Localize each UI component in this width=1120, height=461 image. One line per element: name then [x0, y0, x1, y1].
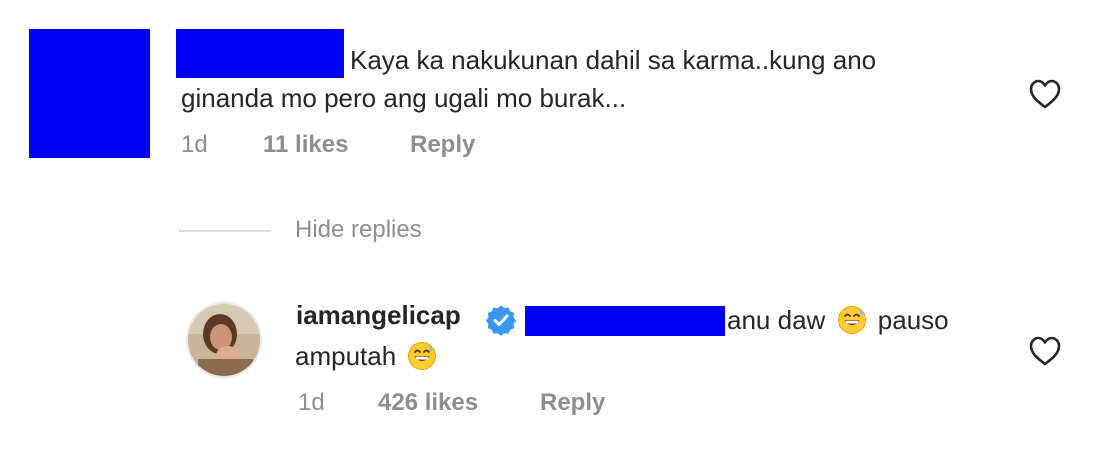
redacted-username	[176, 29, 344, 78]
reply-text-part-2: pauso	[877, 305, 949, 335]
avatar[interactable]	[186, 302, 262, 378]
comment-reply-button[interactable]: Reply	[410, 131, 475, 159]
redacted-mention	[525, 306, 725, 336]
reply-text-line-2: amputah	[295, 338, 441, 374]
heart-icon[interactable]	[1028, 335, 1062, 367]
reply-text-line-2-text: amputah	[295, 341, 397, 371]
verified-badge-icon	[485, 305, 517, 336]
heart-icon[interactable]	[1028, 78, 1062, 110]
profile-photo	[188, 304, 260, 376]
reply-username[interactable]: iamangelicap	[296, 300, 461, 331]
reply-reply-button[interactable]: Reply	[540, 389, 605, 417]
comment-timestamp[interactable]: 1d	[181, 131, 208, 159]
comment-text-line-2: ginanda mo pero ang ugali mo burak...	[181, 83, 627, 113]
hide-replies-button[interactable]: Hide replies	[295, 216, 422, 244]
grinning-sweat-emoji-icon	[837, 306, 866, 334]
comment-text-line-1: Kaya ka nakukunan dahil sa karma..kung a…	[350, 45, 877, 75]
thread-divider	[179, 230, 271, 232]
reply-text-line-1: anu daw pauso	[727, 302, 949, 338]
reply-likes-count[interactable]: 426 likes	[378, 389, 478, 417]
redacted-avatar	[29, 29, 150, 158]
comment-likes-count[interactable]: 11 likes	[263, 131, 348, 159]
grinning-sweat-emoji-icon	[408, 342, 437, 370]
reply-timestamp[interactable]: 1d	[298, 389, 325, 417]
reply-text-part-1: anu daw	[727, 305, 826, 335]
